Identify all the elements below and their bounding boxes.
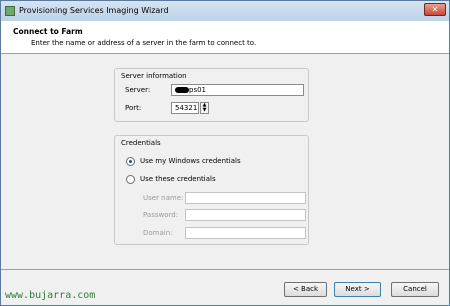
wizard-window: Provisioning Services Imaging Wizard ✕ C… — [0, 0, 450, 306]
redaction-mark — [175, 87, 189, 93]
radio-selected-dot — [129, 160, 132, 163]
port-input[interactable]: 54321 — [171, 102, 199, 114]
credentials-legend: Credentials — [121, 139, 161, 147]
watermark-text: www.bujarra.com — [5, 290, 96, 301]
window-title: Provisioning Services Imaging Wizard — [19, 6, 169, 15]
server-input[interactable]: ps01 — [171, 84, 304, 96]
back-button[interactable]: < Back — [284, 282, 327, 297]
port-label: Port: — [125, 104, 142, 112]
username-label: User name: — [143, 194, 184, 202]
domain-label: Domain: — [143, 229, 173, 237]
these-credentials-radio[interactable] — [126, 175, 135, 184]
title-bar[interactable]: Provisioning Services Imaging Wizard ✕ — [1, 1, 449, 21]
these-credentials-label[interactable]: Use these credentials — [140, 175, 216, 183]
wizard-header: Connect to Farm Enter the name or addres… — [1, 21, 449, 54]
server-information-legend: Server information — [121, 72, 187, 80]
close-button[interactable]: ✕ — [424, 3, 446, 16]
server-information-group: Server information Server: ps01 Port: 54… — [114, 68, 309, 122]
footer-divider — [1, 269, 449, 270]
password-label: Password: — [143, 211, 179, 219]
username-input[interactable] — [185, 192, 306, 204]
server-label: Server: — [125, 86, 151, 94]
spin-down-icon[interactable]: ▼ — [201, 108, 208, 113]
app-icon — [5, 6, 15, 16]
cancel-button[interactable]: Cancel — [391, 282, 439, 297]
windows-credentials-radio[interactable] — [126, 157, 135, 166]
domain-input[interactable] — [185, 227, 306, 239]
server-input-value: ps01 — [189, 86, 206, 94]
windows-credentials-label[interactable]: Use my Windows credentials — [140, 157, 241, 165]
password-input[interactable] — [185, 209, 306, 221]
port-spinner[interactable]: ▲ ▼ — [200, 102, 209, 114]
page-title: Connect to Farm — [13, 27, 83, 36]
credentials-group: Credentials Use my Windows credentials U… — [114, 135, 309, 245]
page-subtitle: Enter the name or address of a server in… — [31, 39, 257, 47]
next-button[interactable]: Next > — [334, 282, 381, 297]
